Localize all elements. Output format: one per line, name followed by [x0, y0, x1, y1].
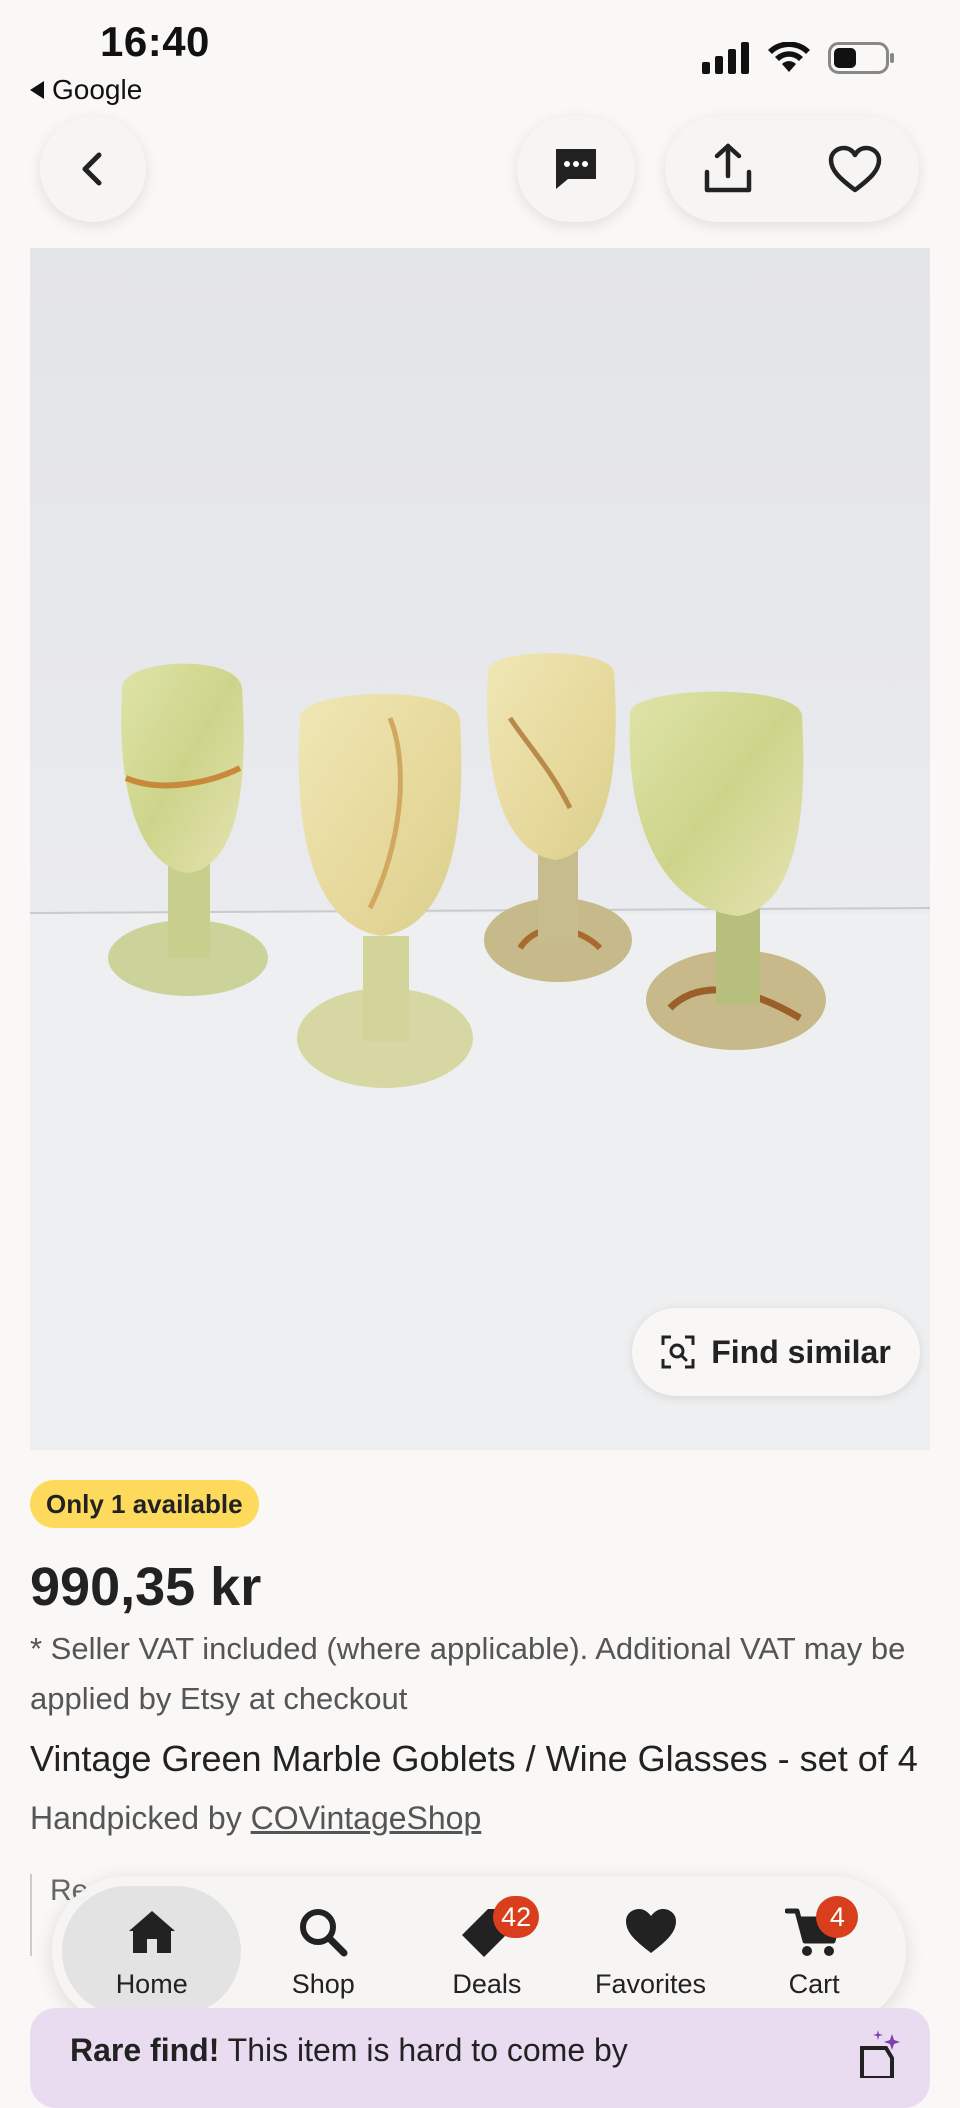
tab-favorites-label: Favorites	[595, 1968, 707, 1999]
cart-count-badge: 4	[816, 1896, 859, 1938]
heart-outline-icon[interactable]	[827, 144, 883, 194]
tab-favorites[interactable]: Favorites	[569, 1886, 733, 2016]
battery-icon	[828, 42, 894, 74]
status-icons	[702, 42, 896, 74]
search-icon	[300, 1908, 348, 1956]
vat-note: * Seller VAT included (where applicable)…	[30, 1631, 906, 1716]
back-triangle-icon	[30, 81, 44, 99]
handpicked-prefix: Handpicked by	[30, 1800, 251, 1836]
back-to-app-link[interactable]: Google	[30, 74, 142, 106]
tab-home-label: Home	[115, 1968, 188, 1999]
signal-icon	[702, 42, 749, 74]
sparkle-hand-icon	[860, 2030, 900, 2078]
find-similar-label: Find similar	[711, 1333, 891, 1370]
message-seller-button[interactable]	[517, 116, 635, 222]
tab-shop-label: Shop	[291, 1968, 355, 1999]
wifi-icon	[768, 42, 810, 72]
product-image[interactable]	[30, 248, 930, 1450]
tab-cart-label: Cart	[788, 1968, 840, 1999]
tab-deals[interactable]: Deals 42	[405, 1886, 569, 2016]
back-button[interactable]	[40, 116, 146, 222]
rare-find-banner: Rare find! This item is hard to come by	[30, 2008, 930, 2108]
find-similar-button[interactable]: Find similar	[632, 1308, 920, 1396]
tab-shop[interactable]: Shop	[241, 1886, 405, 2016]
status-time: 16:40	[100, 18, 210, 65]
seller-line: Handpicked by COVintageShop	[30, 1800, 481, 1837]
price: 990,35 kr	[30, 1557, 262, 1617]
tab-cart[interactable]: Cart 4	[732, 1886, 896, 2016]
product-title[interactable]: Vintage Green Marble Goblets / Wine Glas…	[30, 1738, 930, 1780]
rare-find-bold: Rare find!	[70, 2032, 220, 2068]
home-icon	[128, 1910, 175, 1953]
tab-deals-label: Deals	[452, 1968, 522, 1999]
share-favorite-group	[665, 116, 919, 222]
bottom-tab-bar: Home Shop Deals 42 Favorites Cart 4	[52, 1876, 906, 2026]
heart-icon	[625, 1908, 676, 1953]
chevron-left-icon	[82, 152, 102, 186]
product-photo	[30, 248, 930, 1450]
tab-home[interactable]: Home	[62, 1886, 242, 2016]
availability-badge: Only 1 available	[30, 1480, 259, 1528]
visual-search-icon	[661, 1335, 695, 1369]
shop-link[interactable]: COVintageShop	[251, 1800, 482, 1836]
rare-find-text: This item is hard to come by	[219, 2032, 628, 2068]
back-app-label: Google	[52, 74, 143, 105]
share-icon[interactable]	[701, 142, 755, 196]
chat-dots-icon	[556, 149, 596, 189]
deals-count-badge: 42	[493, 1896, 540, 1938]
